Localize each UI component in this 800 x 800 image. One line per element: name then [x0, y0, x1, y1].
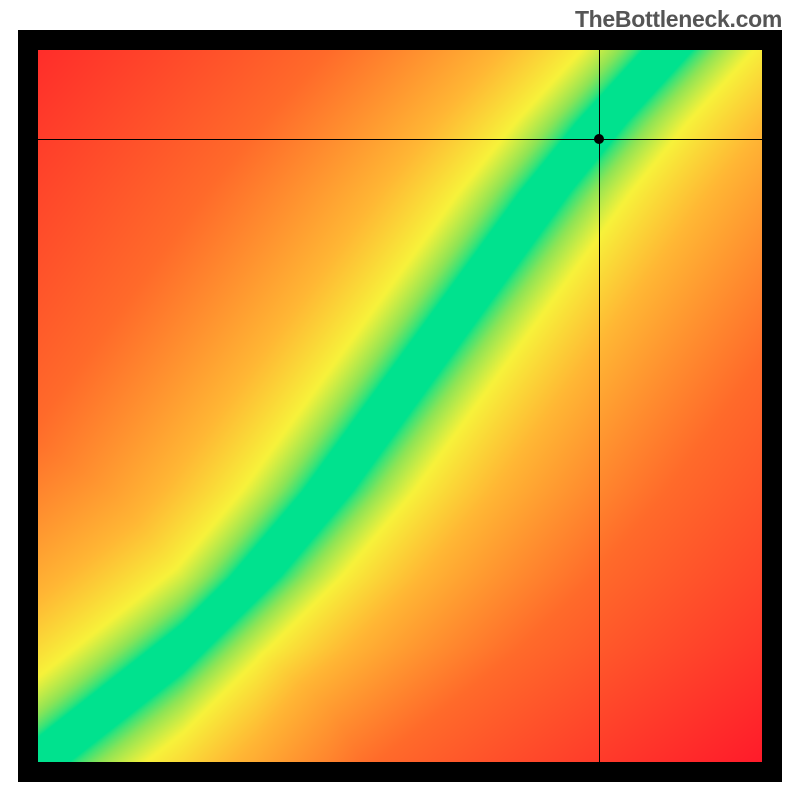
- crosshair-vertical: [599, 50, 600, 762]
- plot-area: [38, 50, 762, 762]
- heatmap-canvas: [38, 50, 762, 762]
- intersection-marker: [594, 134, 604, 144]
- crosshair-horizontal: [38, 139, 762, 140]
- watermark-text: TheBottleneck.com: [575, 6, 782, 33]
- plot-frame: [18, 30, 782, 782]
